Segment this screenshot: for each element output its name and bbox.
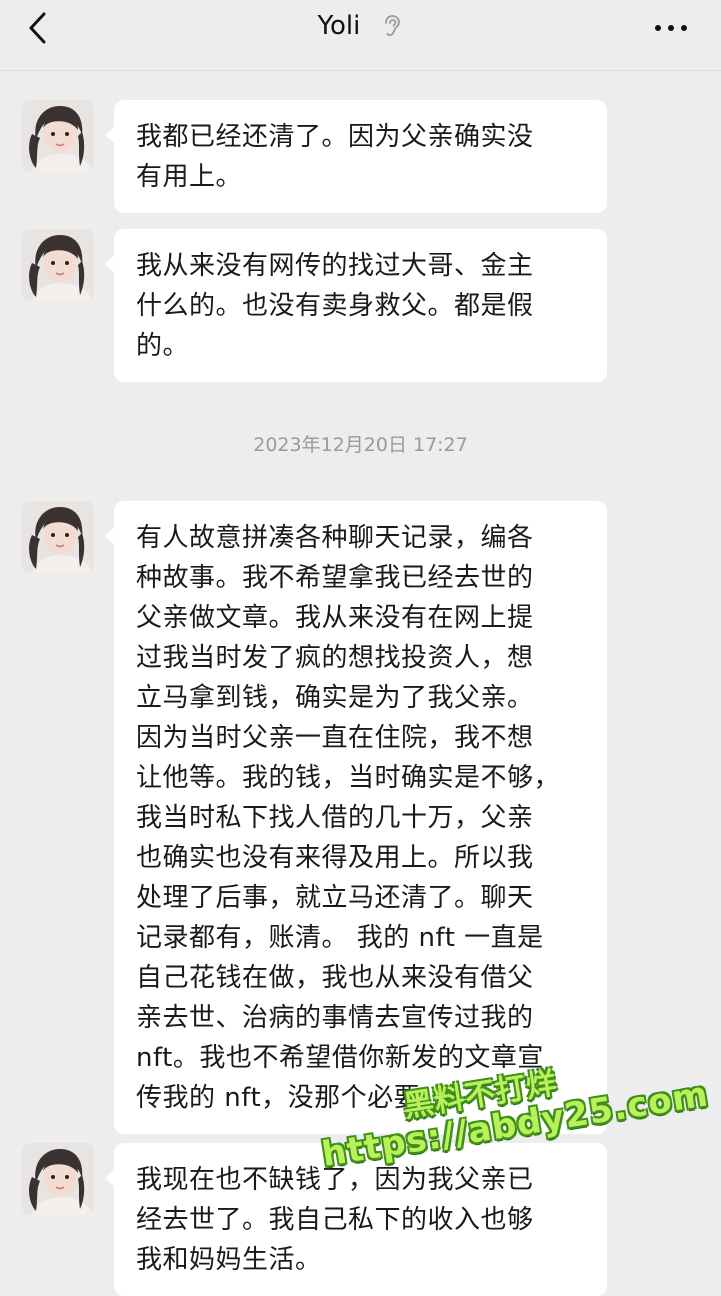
avatar[interactable] (22, 501, 94, 573)
avatar[interactable] (22, 1143, 94, 1215)
chat-timestamp: 2023年12月20日 17:27 (253, 434, 468, 456)
message-bubble[interactable]: 有人故意拼凑各种聊天记录，编各 种故事。我不希望拿我已经去世的 父亲做文章。我从… (105, 501, 607, 1134)
avatar[interactable] (22, 100, 94, 172)
chat-header: Yoli (0, 0, 721, 71)
title-group: Yoli (0, 9, 721, 43)
chat-title: Yoli (317, 11, 361, 41)
message-bubble[interactable]: 我现在也不缺钱了，因为我父亲已 经去世了。我自己私下的收入也够 我和妈妈生活。 (105, 1143, 607, 1296)
more-dots-icon (655, 25, 687, 31)
avatar[interactable] (22, 229, 94, 301)
message-bubble[interactable]: 我从来没有网传的找过大哥、金主 什么的。也没有卖身救父。都是假 的。 (105, 229, 607, 382)
message-bubble[interactable]: 我都已经还清了。因为父亲确实没 有用上。 (105, 100, 607, 213)
more-options-button[interactable] (651, 14, 691, 42)
ear-icon (385, 15, 401, 37)
